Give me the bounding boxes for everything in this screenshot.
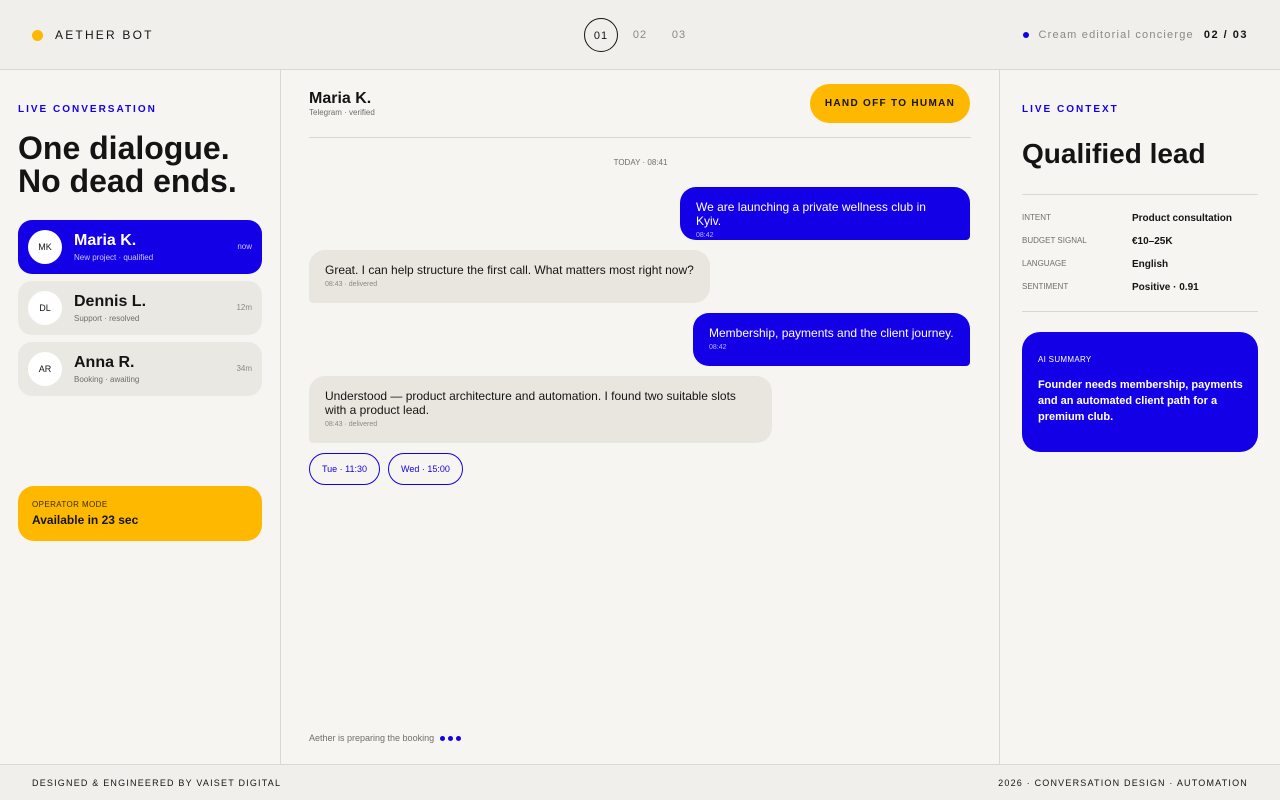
- step-2[interactable]: 02: [623, 18, 657, 52]
- footer: DESIGNED & ENGINEERED BY VAISET DIGITAL …: [0, 764, 1280, 800]
- tagline: Cream editorial concierge: [1038, 29, 1194, 41]
- message-outgoing: We are launching a private wellness club…: [680, 187, 970, 240]
- operator-availability: Available in 23 sec: [32, 513, 139, 527]
- brand-name: AETHER BOT: [55, 28, 154, 42]
- message-text: Understood — product architecture and au…: [325, 389, 756, 417]
- context-field-budget: BUDGET SIGNAL €10–25K: [1022, 236, 1258, 250]
- context-field-intent: INTENT Product consultation: [1022, 213, 1258, 227]
- chat-panel: Maria K. Telegram · verified HAND OFF TO…: [281, 70, 1000, 764]
- message-text: Membership, payments and the client jour…: [709, 326, 954, 340]
- conversation-status: Support · resolved: [74, 314, 140, 323]
- field-key: BUDGET SIGNAL: [1022, 236, 1087, 245]
- slot-chip-tue[interactable]: Tue · 11:30: [309, 453, 381, 485]
- message-meta: 08:42: [709, 344, 727, 351]
- message-outgoing: Membership, payments and the client jour…: [693, 313, 970, 366]
- contact-name: Maria K.: [309, 90, 372, 107]
- typing-dots-icon: [440, 735, 464, 741]
- brand-dot-icon: [32, 29, 43, 41]
- context-field-language: LANGUAGE English: [1022, 259, 1258, 273]
- contact-channel: Telegram · verified: [309, 108, 375, 117]
- field-key: LANGUAGE: [1022, 259, 1067, 268]
- message-text-line: with a product lead.: [325, 403, 430, 417]
- context-field-sentiment: SENTIMENT Positive · 0.91: [1022, 282, 1258, 296]
- ai-summary-label: AI SUMMARY: [1038, 355, 1092, 364]
- message-incoming: Understood — product architecture and au…: [309, 376, 772, 443]
- ai-summary-card: AI SUMMARY Founder needs membership, pay…: [1022, 332, 1258, 452]
- slide-counter: 02 / 03: [1203, 29, 1248, 41]
- field-value: €10–25K: [1132, 236, 1173, 247]
- avatar: AR: [28, 352, 62, 386]
- context-title: Qualified lead: [1022, 138, 1206, 169]
- brand: AETHER BOT: [32, 28, 154, 42]
- hand-off-button[interactable]: HAND OFF TO HUMAN: [810, 84, 970, 123]
- conversation-time: now: [237, 242, 252, 251]
- context-divider: [1022, 311, 1258, 312]
- slot-chip-wed[interactable]: Wed · 15:00: [388, 453, 463, 485]
- chat-divider: [309, 137, 971, 138]
- context-divider: [1022, 194, 1258, 195]
- message-meta: 08:43 · delivered: [325, 421, 378, 428]
- footer-credit: DESIGNED & ENGINEERED BY VAISET DIGITAL: [32, 778, 282, 788]
- chat-timestamp: TODAY · 08:41: [613, 158, 668, 167]
- footer-meta: 2026 · CONVERSATION DESIGN · AUTOMATION: [998, 778, 1248, 788]
- step-navigation: 01 02 03: [584, 18, 701, 52]
- headline-line-2: No dead ends.: [18, 163, 237, 199]
- conversation-item-maria[interactable]: MK Maria K. New project · qualified now: [18, 220, 262, 274]
- conversation-sidebar: LIVE CONVERSATION One dialogue. No dead …: [0, 70, 281, 764]
- message-text: We are launching a private wellness club…: [696, 200, 926, 228]
- conversation-name: Maria K.: [74, 232, 137, 249]
- step-3[interactable]: 03: [662, 18, 696, 52]
- conversation-item-anna[interactable]: AR Anna R. Booking · awaiting 34m: [18, 342, 262, 396]
- message-meta: 08:42: [696, 232, 714, 239]
- conversation-time: 34m: [236, 364, 252, 373]
- context-eyebrow: LIVE CONTEXT: [1022, 104, 1119, 115]
- slide-indicator: Cream editorial concierge 02 / 03: [1022, 29, 1248, 41]
- message-text-line: Understood — product architecture and au…: [325, 389, 736, 403]
- avatar: MK: [28, 230, 62, 264]
- conversation-status: Booking · awaiting: [74, 375, 140, 384]
- headline-line-1: One dialogue.: [18, 130, 230, 166]
- operator-mode-card: OPERATOR MODE Available in 23 sec: [18, 486, 262, 541]
- conversation-time: 12m: [236, 303, 252, 312]
- context-panel: LIVE CONTEXT Qualified lead INTENT Produ…: [1000, 70, 1280, 764]
- message-incoming: Great. I can help structure the first ca…: [309, 250, 710, 303]
- message-text: Great. I can help structure the first ca…: [325, 263, 694, 277]
- sidebar-headline: One dialogue. No dead ends.: [18, 132, 268, 198]
- field-value: Positive · 0.91: [1132, 282, 1199, 293]
- step-1[interactable]: 01: [584, 18, 618, 52]
- conversation-name: Anna R.: [74, 354, 135, 371]
- avatar: DL: [28, 291, 62, 325]
- field-key: INTENT: [1022, 213, 1051, 222]
- message-meta: 08:43 · delivered: [325, 281, 378, 288]
- field-value: English: [1132, 259, 1169, 270]
- typing-text: Aether is preparing the booking: [309, 733, 435, 743]
- operator-mode-label: OPERATOR MODE: [32, 500, 108, 509]
- field-value: Product consultation: [1132, 213, 1232, 224]
- field-key: SENTIMENT: [1022, 282, 1069, 291]
- typing-indicator: Aether is preparing the booking: [309, 733, 464, 743]
- conversation-item-dennis[interactable]: DL Dennis L. Support · resolved 12m: [18, 281, 262, 335]
- sidebar-eyebrow: LIVE CONVERSATION: [18, 104, 157, 115]
- ai-summary-text: Founder needs membership, payments and a…: [1038, 379, 1243, 423]
- conversation-name: Dennis L.: [74, 293, 147, 310]
- top-bar: AETHER BOT 01 02 03 Cream editorial conc…: [0, 0, 1280, 70]
- status-dot-icon: [1022, 32, 1029, 38]
- conversation-status: New project · qualified: [74, 253, 154, 262]
